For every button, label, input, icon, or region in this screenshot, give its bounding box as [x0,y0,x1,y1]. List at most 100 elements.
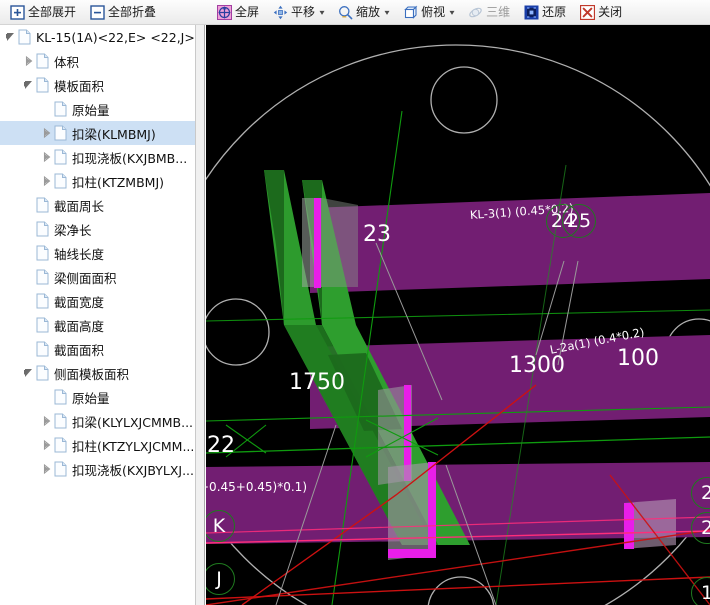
fullscreen-icon [217,4,232,20]
axis-bubble[interactable]: 25 [562,204,596,238]
tree-node[interactable]: 扣现浇板(KXJBYLXJ... [0,457,195,481]
tree-node[interactable]: 模板面积 [0,73,195,97]
tree-node-label: 扣现浇板(KXJBMB... [72,150,188,166]
document-page-icon [36,269,49,285]
document-page-icon [36,293,49,309]
tree-expander-collapsed-icon[interactable] [40,457,54,481]
zoom-button[interactable]: 缩放 ▾ [332,1,395,24]
close-x-icon [580,4,596,20]
tree-node[interactable]: 扣梁(KLYLXJCMMB... [0,409,195,433]
tree-node[interactable]: 截面周长 [0,193,195,217]
restore-icon [524,5,539,20]
tree-expander-placeholder [22,265,36,289]
tree-expander-placeholder [40,385,54,409]
column-upper-left-magenta-edge [314,198,321,288]
tree-node-label: 梁侧面面积 [54,270,117,286]
tree-node[interactable]: 截面面积 [0,337,195,361]
pan-button[interactable]: 平移 ▾ [267,1,330,24]
expand-all-button[interactable]: 全部展开 [4,1,82,24]
three-d-label: 三维 [486,4,511,19]
document-page-icon [18,29,31,45]
document-page-icon [54,437,67,453]
tree-expander-collapsed-icon[interactable] [40,433,54,457]
tree-node[interactable]: 扣梁(KLMBMJ) [0,121,195,145]
tree-node[interactable]: 扣现浇板(KXJBMB... [0,145,195,169]
three-d-viewport[interactable]: 23 1750 1300 100 22 KL-3(1) (0.45*0.2) L-2a(1)… [206,25,710,605]
tree-node[interactable]: 扣柱(KTZMBMJ) [0,169,195,193]
close-button[interactable]: 关闭 [574,1,628,24]
construction-circle-left [206,298,270,366]
top-view-cube-icon [403,5,418,20]
pan-dropdown-chevron-down-icon[interactable]: ▾ [320,8,325,17]
tree-expander-placeholder [22,217,36,241]
tree-expander-expanded-icon[interactable] [4,25,18,49]
zoom-dropdown-chevron-down-icon[interactable]: ▾ [385,8,390,17]
tree-node[interactable]: 截面宽度 [0,289,195,313]
tree-expander-placeholder [22,289,36,313]
tree-node-label: 侧面模板面积 [54,366,130,382]
tree-node-label: 扣现浇板(KXJBYLXJ... [72,462,194,478]
document-page-icon [54,173,67,189]
expand-all-label: 全部展开 [28,4,77,19]
document-page-icon [36,245,49,261]
tree-node[interactable]: 轴线长度 [0,241,195,265]
tree-expander-collapsed-icon[interactable] [40,409,54,433]
document-page-icon [36,77,49,93]
construction-circle-top [430,66,498,134]
grid-line-green-2 [206,309,710,322]
tree-node-label: 轴线长度 [54,246,105,262]
viewport-toolbar: 全屏 平移 ▾ 缩放 ▾ 俯视 ▾ 三维 还原 关闭 [205,0,710,25]
tree-node-label: 扣梁(KLMBMJ) [72,126,156,142]
restore-label: 还原 [542,4,567,19]
close-label: 关闭 [598,4,623,19]
document-page-icon [54,125,67,141]
tree-expander-placeholder [22,241,36,265]
collapse-all-button[interactable]: 全部折叠 [84,1,162,24]
top-view-dropdown-chevron-down-icon[interactable]: ▾ [450,8,455,17]
tree-node-label: 截面宽度 [54,294,105,310]
column-upper-left-side [322,198,358,287]
three-d-button[interactable]: 三维 [462,1,516,24]
tree-node[interactable]: 原始量 [0,385,195,409]
tree-node-label: 模板面积 [54,78,105,94]
collapse-all-minus-icon [90,4,105,20]
tree-node[interactable]: 扣柱(KTZYLXJCMM... [0,433,195,457]
tree-node[interactable]: 原始量 [0,97,195,121]
tree-node-label: 梁净长 [54,222,92,238]
tree-expander-collapsed-icon[interactable] [40,121,54,145]
document-page-icon [54,389,67,405]
tree-node[interactable]: 梁净长 [0,217,195,241]
tree-expander-placeholder [22,337,36,361]
tree-node-label: 扣柱(KTZMBMJ) [72,174,165,190]
tree-node-label: 截面周长 [54,198,105,214]
fullscreen-button[interactable]: 全屏 [211,1,265,24]
tree-node[interactable]: 侧面模板面积 [0,361,195,385]
document-page-icon [36,365,49,381]
construction-circle-bottom [427,576,495,605]
grid-line-green-1 [206,436,710,454]
beam-band-upper [310,193,710,293]
tree-expander-expanded-icon[interactable] [22,73,36,97]
pan-icon [273,5,288,20]
tree-expander-expanded-icon[interactable] [22,361,36,385]
tree-node[interactable]: KL-15(1A)<22,E> <22,J> [0,25,195,49]
document-page-icon [54,413,67,429]
restore-button[interactable]: 还原 [518,1,572,24]
tree-expander-collapsed-icon[interactable] [40,145,54,169]
document-page-icon [54,461,67,477]
panel-splitter[interactable] [195,25,205,605]
tree-node[interactable]: 梁侧面面积 [0,265,195,289]
zoom-magnifier-icon [338,5,353,20]
tree-expander-collapsed-icon[interactable] [40,169,54,193]
tree-node[interactable]: 体积 [0,49,195,73]
property-tree-panel[interactable]: KL-15(1A)<22,E> <22,J> 体积 模板面积 原始量 扣梁(KLMBMJ… [0,25,195,605]
tree-node-label: 体积 [54,54,80,70]
tree-node-label: 截面面积 [54,342,105,358]
tree-node[interactable]: 截面高度 [0,313,195,337]
document-page-icon [54,101,67,117]
top-view-button[interactable]: 俯视 ▾ [397,1,460,24]
expand-all-plus-icon [10,4,25,20]
tree-expander-collapsed-icon[interactable] [22,49,36,73]
tree-node-label: 原始量 [72,390,110,406]
tree-expander-placeholder [22,313,36,337]
